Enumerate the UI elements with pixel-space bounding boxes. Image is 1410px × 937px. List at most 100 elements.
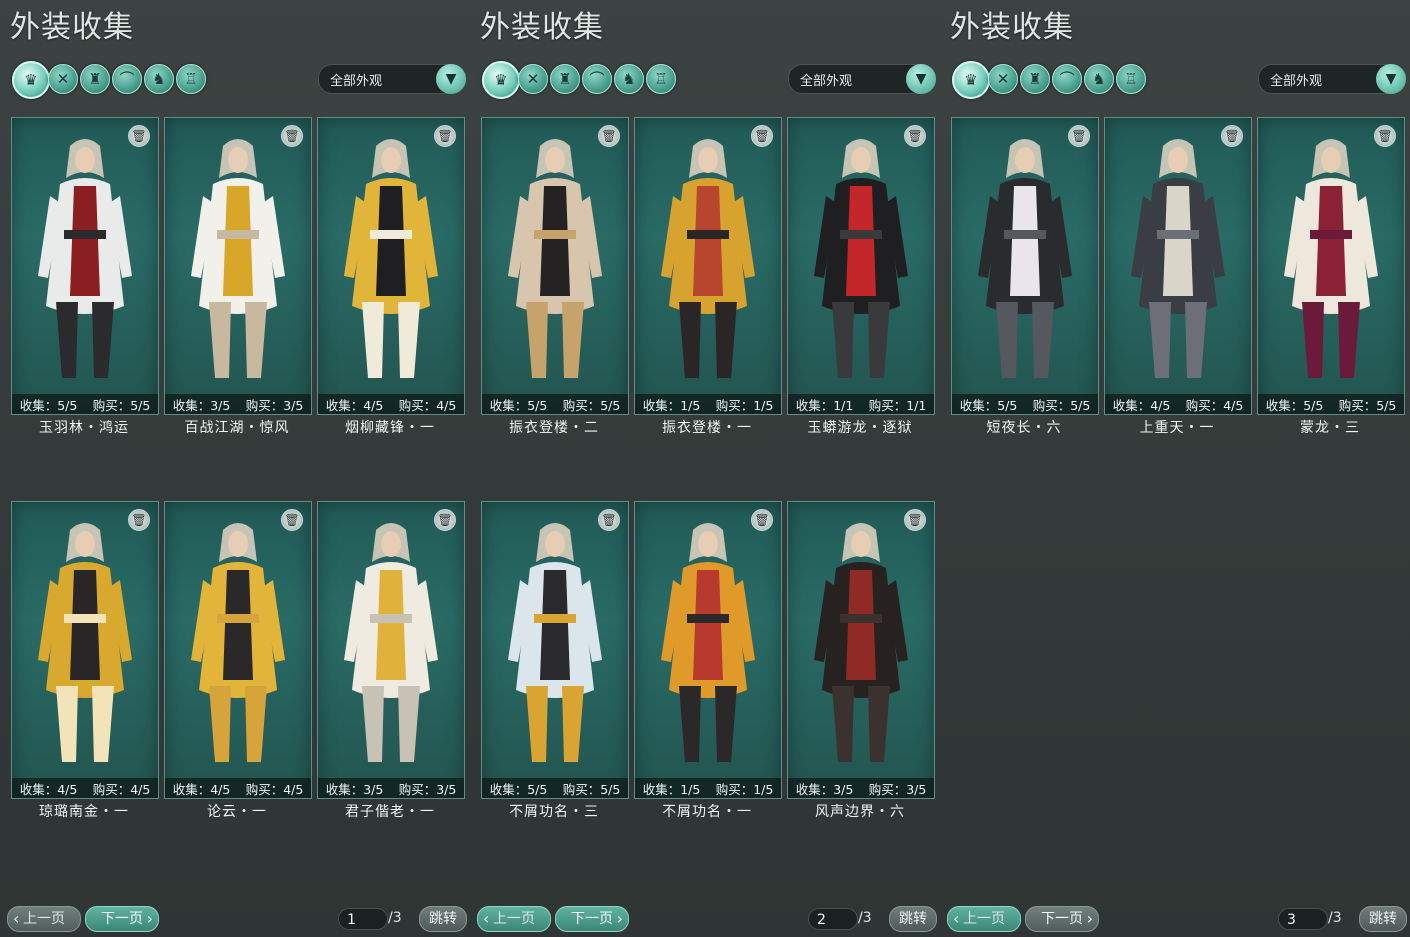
- accessory-icon[interactable]: ♖: [176, 64, 206, 94]
- page-total: /3: [1328, 910, 1342, 926]
- trash-icon[interactable]: 🗑: [1221, 125, 1243, 147]
- trash-icon[interactable]: 🗑: [598, 509, 620, 531]
- outfit-card[interactable]: 🗑 收集：4/5 购买：4/5: [1104, 117, 1252, 415]
- chevron-down-icon[interactable]: ▼: [436, 64, 466, 94]
- prev-page-button[interactable]: 上一页: [7, 906, 81, 932]
- outfit-figure: [191, 523, 285, 762]
- outfit-card[interactable]: 🗑 收集：1/5 购买：1/5: [634, 117, 782, 415]
- collect-count: 收集：5/5: [1265, 397, 1324, 413]
- buy-count: 购买：3/5: [868, 781, 927, 797]
- outfit-card[interactable]: 🗑 收集：5/5 购买：5/5: [481, 117, 629, 415]
- collection-stats: 收集：1/5 购买：1/5: [635, 394, 781, 414]
- boots-icon[interactable]: ⌒: [1052, 64, 1082, 94]
- prev-page-button[interactable]: 上一页: [947, 906, 1021, 932]
- buy-count: 购买：1/5: [715, 397, 774, 413]
- outfit-card[interactable]: 🗑 收集：1/1 购买：1/1: [787, 117, 935, 415]
- outfit-card[interactable]: 🗑 收集：1/5 购买：1/5: [634, 501, 782, 799]
- outfit-card[interactable]: 🗑 收集：4/5 购买：4/5: [164, 501, 312, 799]
- collection-stats: 收集：3/5 购买：3/5: [788, 778, 934, 798]
- trash-icon[interactable]: 🗑: [434, 125, 456, 147]
- trash-icon[interactable]: 🗑: [1374, 125, 1396, 147]
- trash-icon[interactable]: 🗑: [598, 125, 620, 147]
- inner-robe: [693, 186, 723, 296]
- outfit-icon[interactable]: ♛: [12, 61, 50, 99]
- inner-robe: [1010, 186, 1040, 296]
- top-icon[interactable]: ✕: [988, 64, 1018, 94]
- trash-icon[interactable]: 🗑: [904, 509, 926, 531]
- page-number-input[interactable]: 1: [338, 908, 388, 930]
- outfit-card[interactable]: 🗑 收集：5/5 购买：5/5: [481, 501, 629, 799]
- chevron-down-icon[interactable]: ▼: [1376, 64, 1406, 94]
- outfit-figure: [344, 523, 438, 762]
- outfit-icon[interactable]: ♛: [482, 61, 520, 99]
- appearance-filter-dropdown[interactable]: 全部外观 ▼: [318, 64, 466, 94]
- outfit-figure: [508, 523, 602, 762]
- accessory-icon[interactable]: ♖: [646, 64, 676, 94]
- inner-robe: [223, 186, 253, 296]
- outfit-card[interactable]: 🗑 收集：5/5 购买：5/5: [951, 117, 1099, 415]
- outfit-card[interactable]: 🗑 收集：3/5 购买：3/5: [164, 117, 312, 415]
- collection-stats: 收集：5/5 购买：5/5: [1258, 394, 1404, 414]
- armor-icon[interactable]: ♜: [1020, 64, 1050, 94]
- collect-count: 收集：4/5: [19, 781, 78, 797]
- left-leg: [526, 302, 548, 378]
- trash-icon[interactable]: 🗑: [1068, 125, 1090, 147]
- boots-icon[interactable]: ⌒: [582, 64, 612, 94]
- trash-icon[interactable]: 🗑: [751, 125, 773, 147]
- armor-icon[interactable]: ♜: [80, 64, 110, 94]
- collection-stats: 收集：4/5 购买：4/5: [165, 778, 311, 798]
- appearance-filter-dropdown[interactable]: 全部外观 ▼: [788, 64, 936, 94]
- trash-icon[interactable]: 🗑: [128, 125, 150, 147]
- next-page-button[interactable]: 下一页: [1025, 906, 1099, 932]
- page-total: /3: [858, 910, 872, 926]
- outfit-card[interactable]: 🗑 收集：3/5 购买：3/5: [317, 501, 465, 799]
- buy-count: 购买：1/1: [868, 397, 927, 413]
- right-leg: [92, 302, 114, 378]
- jump-button[interactable]: 跳转: [419, 906, 467, 932]
- buy-count: 购买：1/5: [715, 781, 774, 797]
- head: [698, 531, 718, 557]
- top-icon[interactable]: ✕: [518, 64, 548, 94]
- left-leg: [56, 686, 78, 762]
- appearance-filter-dropdown[interactable]: 全部外观 ▼: [1258, 64, 1406, 94]
- collect-count: 收集：3/5: [325, 781, 384, 797]
- outfit-card[interactable]: 🗑 收集：5/5 购买：5/5: [11, 117, 159, 415]
- next-page-button[interactable]: 下一页: [85, 906, 159, 932]
- buy-count: 购买：4/5: [1185, 397, 1244, 413]
- head: [1168, 147, 1188, 173]
- mask-icon[interactable]: ♞: [1084, 64, 1114, 94]
- next-page-button[interactable]: 下一页: [555, 906, 629, 932]
- outfit-name: 百战江湖・惊风: [184, 420, 290, 436]
- armor-icon[interactable]: ♜: [550, 64, 580, 94]
- page-number-input[interactable]: 3: [1278, 908, 1328, 930]
- inner-robe: [70, 570, 100, 680]
- accessory-icon[interactable]: ♖: [1116, 64, 1146, 94]
- outfit-card[interactable]: 🗑 收集：3/5 购买：3/5: [787, 501, 935, 799]
- trash-icon[interactable]: 🗑: [281, 125, 303, 147]
- belt: [1310, 230, 1352, 239]
- trash-icon[interactable]: 🗑: [904, 125, 926, 147]
- chevron-down-icon[interactable]: ▼: [906, 64, 936, 94]
- jump-button[interactable]: 跳转: [889, 906, 937, 932]
- outfit-card[interactable]: 🗑 收集：5/5 购买：5/5: [1257, 117, 1405, 415]
- trash-icon[interactable]: 🗑: [751, 509, 773, 531]
- outfit-card[interactable]: 🗑 收集：4/5 购买：4/5: [317, 117, 465, 415]
- collect-count: 收集：4/5: [172, 781, 231, 797]
- mask-icon[interactable]: ♞: [614, 64, 644, 94]
- trash-icon[interactable]: 🗑: [128, 509, 150, 531]
- prev-page-button[interactable]: 上一页: [477, 906, 551, 932]
- page-number-input[interactable]: 2: [808, 908, 858, 930]
- belt: [1004, 230, 1046, 239]
- belt: [64, 614, 106, 623]
- belt: [687, 230, 729, 239]
- outfit-card[interactable]: 🗑 收集：4/5 购买：4/5: [11, 501, 159, 799]
- jump-button[interactable]: 跳转: [1359, 906, 1407, 932]
- outfit-icon[interactable]: ♛: [952, 61, 990, 99]
- buy-count: 购买：4/5: [92, 781, 151, 797]
- trash-icon[interactable]: 🗑: [434, 509, 456, 531]
- trash-icon[interactable]: 🗑: [281, 509, 303, 531]
- boots-icon[interactable]: ⌒: [112, 64, 142, 94]
- top-icon[interactable]: ✕: [48, 64, 78, 94]
- mask-icon[interactable]: ♞: [144, 64, 174, 94]
- outfit-name: 上重天・一: [1139, 420, 1215, 436]
